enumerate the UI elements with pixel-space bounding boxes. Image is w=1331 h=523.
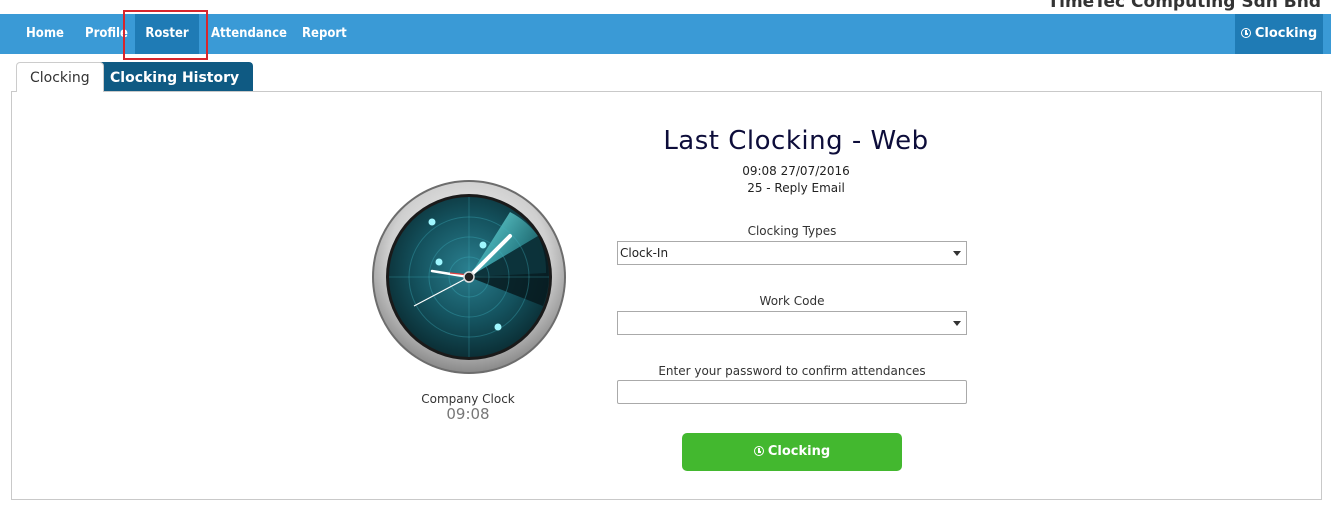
nav-clocking-label: Clocking	[1254, 26, 1318, 41]
chevron-down-icon	[953, 321, 961, 326]
password-label: Enter your password to confirm attendanc…	[658, 364, 926, 378]
tab-clocking-history[interactable]: Clocking History	[96, 62, 254, 92]
clock-icon	[753, 446, 764, 456]
clocking-types-label: Clocking Types	[747, 224, 837, 238]
company-name: TimeTec Computing Sdn Bhd	[1047, 0, 1321, 12]
clocking-submit-button[interactable]: Clocking	[682, 433, 902, 471]
work-code-select[interactable]	[617, 311, 967, 335]
clocking-types-value: Clock-In	[620, 246, 669, 260]
radar-clock-icon	[370, 178, 568, 376]
work-code-label: Work Code	[759, 294, 825, 308]
nav-roster[interactable]: Roster	[135, 14, 199, 54]
nav-profile[interactable]: Profile	[85, 14, 128, 54]
nav-attendance[interactable]: Attendance	[211, 14, 287, 54]
nav-clocking-button[interactable]: Clocking	[1235, 14, 1323, 54]
last-clocking-title: Last Clocking - Web	[663, 126, 929, 156]
top-navbar: Home Profile Roster Attendance Report Cl…	[0, 14, 1331, 54]
password-input[interactable]	[617, 380, 967, 404]
tab-clocking[interactable]: Clocking	[16, 62, 104, 92]
last-clocking-detail: 25 - Reply Email	[747, 181, 845, 195]
clocking-types-select[interactable]: Clock-In	[617, 241, 967, 265]
company-clock: Company Clock 09:08	[368, 392, 568, 423]
clock-icon	[1240, 28, 1251, 38]
clocking-submit-label: Clocking	[767, 444, 831, 459]
last-clocking-datetime: 09:08 27/07/2016	[742, 164, 850, 178]
company-clock-label: Company Clock	[421, 392, 515, 406]
chevron-down-icon	[953, 251, 961, 256]
company-clock-time: 09:08	[446, 405, 490, 423]
nav-report[interactable]: Report	[302, 14, 347, 54]
nav-home[interactable]: Home	[26, 14, 64, 54]
